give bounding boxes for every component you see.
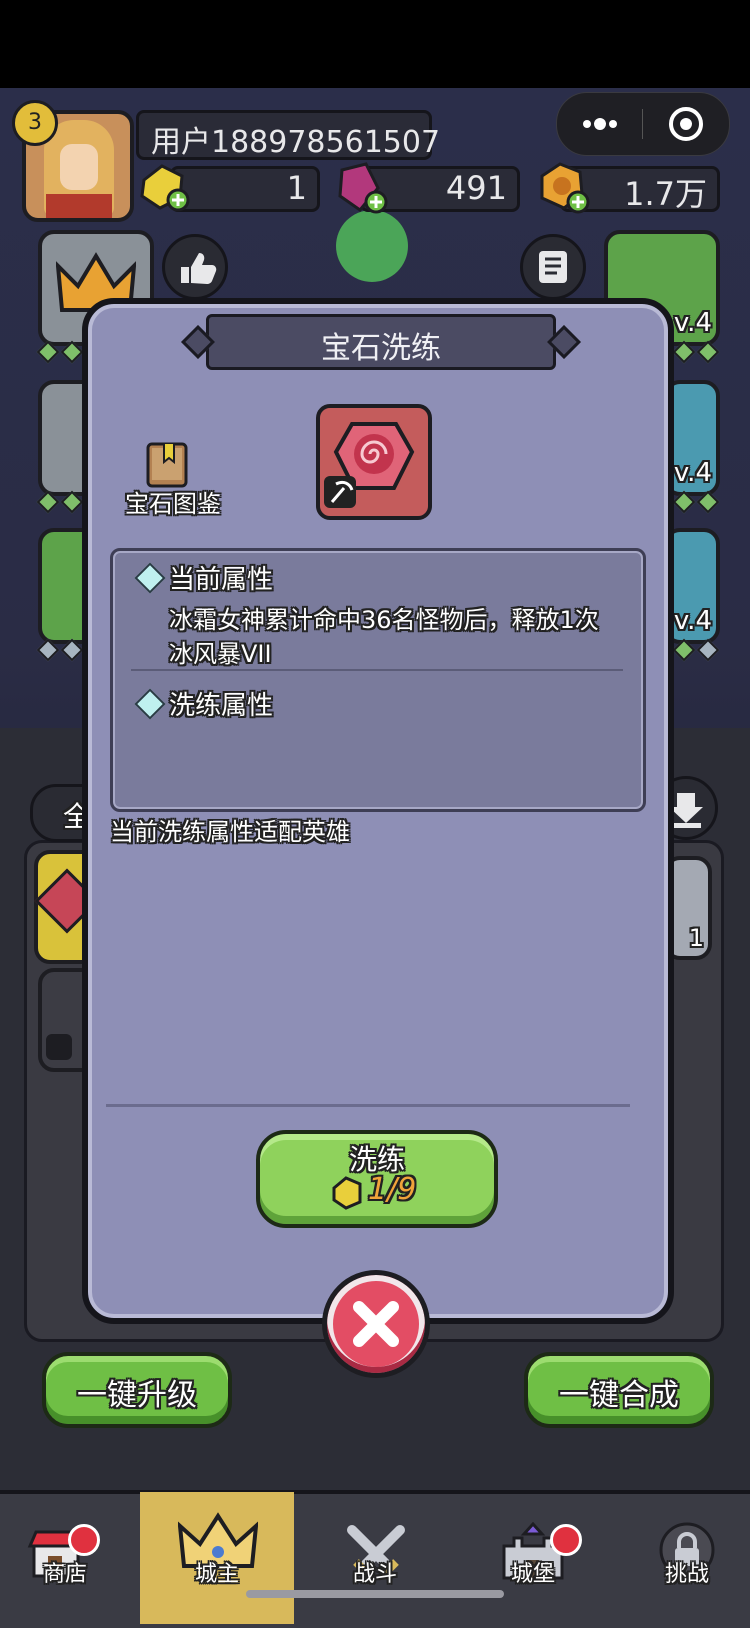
slot-level: v.4 [673,458,712,488]
avatar-face [60,144,98,190]
nav-item-shop[interactable]: 商店 [0,1494,150,1624]
dialog-title: 宝石洗练 [321,331,441,366]
diamond-bullet-icon [134,688,166,720]
upgrade-all-label: 一键升级 [77,1378,197,1413]
gold-ore-icon[interactable] [136,160,190,214]
dialog-title-bar: 宝石洗练 [206,314,556,370]
nav-label-shop: 商店 [42,1562,87,1587]
close-icon [353,1301,399,1347]
ring-icon [46,1034,72,1060]
item-count: 1 [688,924,704,952]
nav-label-lord: 城主 [194,1562,239,1587]
slot-rating-dots [672,638,720,662]
gem-amount: 491 [445,169,507,207]
nav-label-challenge: 挑战 [664,1562,709,1587]
slot-rating-dots [672,340,720,364]
gem-codex-button[interactable]: 宝石图鉴 [118,440,228,518]
upgrade-all-button[interactable]: 一键升级 [42,1352,232,1428]
refine-button[interactable]: 洗练 1/9 [256,1130,498,1228]
castle-badge [550,1524,582,1556]
diamond-bullet-icon [134,562,166,594]
nav-label-battle: 战斗 [352,1562,397,1587]
gem-icon[interactable] [332,160,388,216]
slot-rating-dots [36,340,84,364]
attr-divider [131,669,623,671]
nav-item-castle[interactable]: 城堡 [458,1494,608,1624]
green-orb-icon [336,210,408,282]
nav-label-castle: 城堡 [510,1562,555,1587]
slot-level: v.4 [673,606,712,636]
merge-all-label: 一键合成 [559,1378,679,1413]
slot-rating-dots [672,490,720,514]
miniprogram-capsule [556,92,730,156]
codex-label: 宝石图鉴 [125,490,221,518]
refine-hint-text: 当前洗练属性适配英雄 [110,818,350,846]
like-icon[interactable] [162,234,228,300]
dialog-divider [106,1104,630,1107]
slot-rating-dots [36,638,84,662]
more-menu-icon[interactable] [557,93,643,155]
slot-level: v.4 [673,308,712,338]
coin-icon[interactable] [534,160,590,216]
username: 用户188978561507 [151,125,441,160]
user-level-badge: 3 [12,100,58,146]
refine-attr-label: 洗练属性 [169,691,274,721]
scroll-icon[interactable] [520,234,586,300]
nav-item-challenge[interactable]: 挑战 [612,1494,750,1624]
gold-ore-amount: 1 [286,169,307,207]
nav-item-lord[interactable]: 城主 [142,1494,292,1624]
close-button[interactable] [322,1270,430,1378]
book-icon [146,442,188,488]
gold-ore-cost-icon [332,1176,362,1210]
close-miniprogram-icon[interactable] [643,93,729,155]
current-attr-text: 冰霜女神累计命中36名怪物后，释放1次冰风暴VII [169,606,599,668]
shop-badge [68,1524,100,1556]
gem-refine-dialog: 宝石洗练 宝石图鉴 当前属性 冰霜女神累计命中36名怪物后，释放1次冰风暴VII… [82,298,674,1324]
attribute-box: 当前属性 冰霜女神累计命中36名怪物后，释放1次冰风暴VII 洗练属性 [110,548,646,812]
slot-rating-dots [36,490,84,514]
gem-preview [316,404,432,520]
pickaxe-icon [324,476,356,508]
home-indicator [246,1590,504,1598]
nav-item-battle[interactable]: 战斗 [300,1494,450,1624]
avatar-armor [46,194,112,218]
coin-amount: 1.7万 [624,175,707,213]
username-box: 用户188978561507 [136,110,440,160]
refine-cost: 1/9 [368,1172,417,1207]
current-attr-label: 当前属性 [169,565,274,595]
merge-all-button[interactable]: 一键合成 [524,1352,714,1428]
currency-bar-gold-ore: 1 [170,166,320,212]
